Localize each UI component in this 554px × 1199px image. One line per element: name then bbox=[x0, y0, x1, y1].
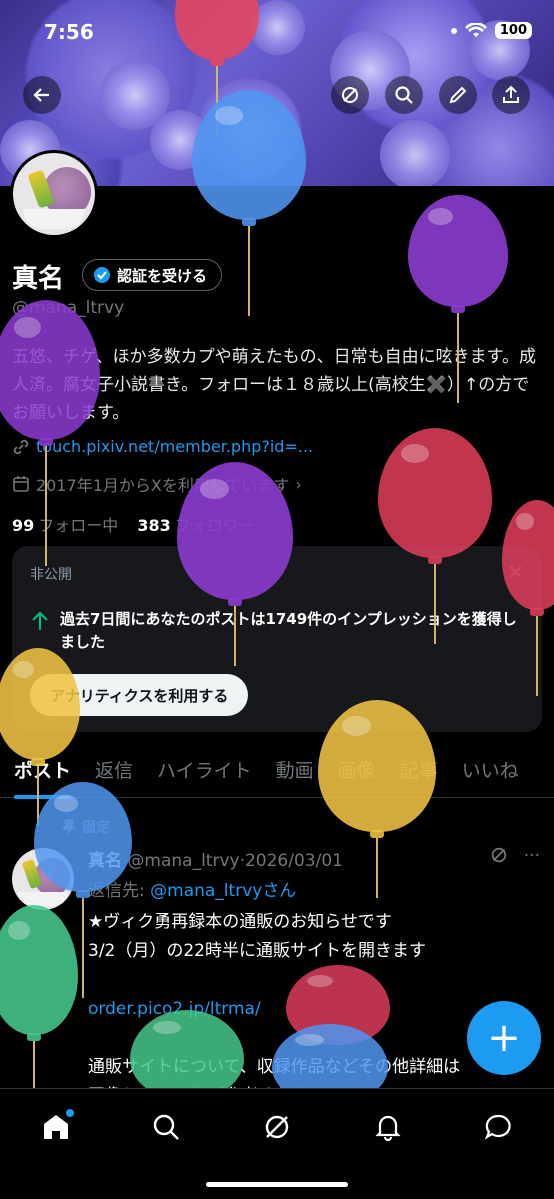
nav-grok[interactable] bbox=[257, 1107, 297, 1147]
tab-likes[interactable]: いいね bbox=[462, 748, 519, 797]
tab-replies[interactable]: 返信 bbox=[95, 748, 133, 797]
top-navigation bbox=[0, 76, 554, 114]
search-button[interactable] bbox=[385, 76, 423, 114]
close-icon[interactable]: ✕ bbox=[507, 560, 524, 584]
post-handle[interactable]: @mana_ltrvy bbox=[127, 851, 239, 871]
post-date: 2026/03/01 bbox=[244, 851, 343, 871]
grok-tab-icon bbox=[265, 1115, 289, 1139]
notifications-icon bbox=[375, 1115, 401, 1141]
follow-stats: 99 フォロー中 383 フォロワー bbox=[12, 512, 255, 536]
compose-post-button[interactable]: + bbox=[467, 1001, 541, 1075]
profile-name: 真名 bbox=[12, 264, 65, 294]
profile-link[interactable]: touch.pixiv.net/member.php?id=... bbox=[36, 437, 313, 456]
post-line: 3/2（月）の22時半に通販サイトを開きます bbox=[88, 941, 426, 961]
private-analytics-card: 非公開 ✕ 過去7日間にあなたのポストは1749件のインプレッションを獲得しまし… bbox=[12, 546, 542, 732]
calendar-icon bbox=[13, 476, 29, 492]
post-body[interactable]: ★ヴィク勇再録本の通販のお知らせです 3/2（月）の22時半に通販サイトを開きま… bbox=[88, 908, 540, 1111]
profile-bio: 五悠、チゲ、ほか多数カプや萌えたもの、日常も自由に呟きます。成人済。腐女子小説書… bbox=[12, 347, 536, 423]
more-options-icon[interactable]: ··· bbox=[524, 846, 540, 866]
balloon-decoration bbox=[0, 905, 78, 1105]
nav-explore[interactable] bbox=[146, 1107, 186, 1147]
avatar-image bbox=[13, 153, 95, 235]
get-verified-label: 認証を受ける bbox=[117, 266, 208, 285]
tab-articles[interactable]: 記事 bbox=[400, 748, 438, 797]
tab-videos[interactable]: 動画 bbox=[276, 748, 314, 797]
wifi-icon bbox=[464, 22, 487, 37]
joined-row[interactable]: 2017年1月からXを利用しています › bbox=[12, 472, 302, 496]
chevron-right-icon: › bbox=[295, 474, 302, 494]
impressions-message: 過去7日間にあなたのポストは1749件のインプレッションを獲得しました bbox=[60, 610, 517, 651]
profile-tabs: ポスト 返信 ハイライト 動画 画像 記事 いいね bbox=[0, 748, 554, 799]
tab-media[interactable]: 画像 bbox=[338, 748, 376, 797]
explore-icon bbox=[153, 1114, 179, 1140]
pinned-indicator: 固定 bbox=[62, 817, 110, 837]
link-icon bbox=[13, 439, 29, 454]
nav-messages[interactable] bbox=[478, 1107, 518, 1147]
post-line: ★ヴィク勇再録本の通販のお知らせです bbox=[88, 912, 392, 932]
tab-highlights[interactable]: ハイライト bbox=[157, 748, 252, 797]
notification-dot bbox=[66, 1109, 74, 1117]
followers-link[interactable]: 383 フォロワー bbox=[137, 516, 254, 535]
signal-icon bbox=[450, 27, 457, 34]
joined-date: 2017年1月からXを利用しています bbox=[36, 476, 290, 495]
battery-indicator: 100 bbox=[494, 22, 532, 39]
status-bar: 7:56 100 bbox=[0, 18, 554, 50]
edit-icon bbox=[449, 86, 467, 104]
grok-icon[interactable] bbox=[490, 846, 508, 864]
profile-link-row[interactable]: touch.pixiv.net/member.php?id=... bbox=[12, 437, 313, 456]
reply-suffix: さん bbox=[262, 881, 297, 901]
nav-notifications[interactable] bbox=[368, 1107, 408, 1147]
pinned-label: 固定 bbox=[82, 820, 110, 836]
post-avatar[interactable] bbox=[12, 848, 74, 910]
arrow-up-icon bbox=[32, 611, 48, 630]
post-header: 真名 @mana_ltrvy·2026/03/01 bbox=[88, 851, 343, 871]
status-time: 7:56 bbox=[44, 20, 94, 44]
home-icon bbox=[44, 1115, 68, 1139]
search-icon bbox=[395, 86, 413, 104]
grok-button[interactable] bbox=[331, 76, 369, 114]
following-label: フォロー中 bbox=[38, 516, 119, 535]
share-button[interactable] bbox=[492, 76, 530, 114]
back-arrow-icon bbox=[33, 88, 49, 102]
reply-to-line: 返信先: @mana_ltrvyさん bbox=[88, 876, 296, 901]
post-author[interactable]: 真名 bbox=[88, 851, 122, 871]
profile-handle: @mana_ltrvy bbox=[12, 298, 125, 318]
profile-avatar[interactable] bbox=[10, 150, 98, 238]
home-indicator bbox=[206, 1182, 348, 1187]
following-count: 99 bbox=[12, 516, 35, 535]
edit-profile-button[interactable] bbox=[439, 76, 477, 114]
get-verified-button[interactable]: 認証を受ける bbox=[82, 259, 223, 291]
share-icon bbox=[503, 85, 519, 103]
back-button[interactable] bbox=[23, 76, 61, 114]
grok-icon bbox=[342, 87, 358, 103]
followers-label: フォロワー bbox=[174, 516, 255, 535]
tab-posts[interactable]: ポスト bbox=[14, 748, 72, 799]
following-link[interactable]: 99 フォロー中 bbox=[12, 516, 118, 535]
pin-icon bbox=[62, 819, 76, 834]
messages-icon bbox=[484, 1114, 511, 1140]
followers-count: 383 bbox=[137, 516, 171, 535]
card-title: 非公開 bbox=[30, 567, 72, 583]
use-analytics-button[interactable]: アナリティクスを利用する bbox=[30, 674, 249, 716]
verified-icon bbox=[94, 267, 110, 283]
nav-home[interactable] bbox=[36, 1107, 76, 1147]
reply-prefix: 返信先: bbox=[88, 881, 151, 901]
reply-handle[interactable]: @mana_ltrvy bbox=[150, 881, 262, 901]
